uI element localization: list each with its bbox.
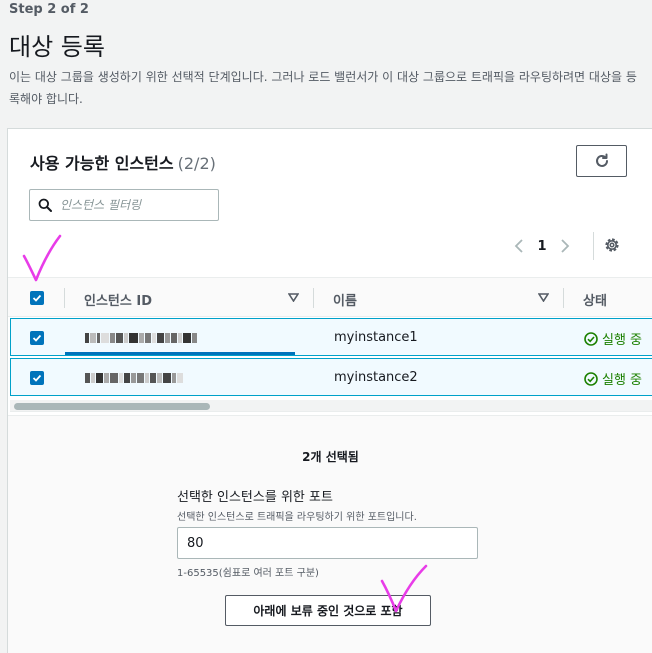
- available-instances-panel: 사용 가능한 인스턴스(2/2) 1: [7, 128, 652, 653]
- check-circle-icon: [584, 331, 598, 346]
- sort-down-icon[interactable]: [538, 293, 549, 302]
- scrollbar-thumb[interactable]: [14, 403, 210, 410]
- instance-count: (2/2): [177, 154, 216, 173]
- column-header-instance-id[interactable]: 인스턴스 ID: [84, 290, 152, 309]
- row-checkbox[interactable]: [30, 331, 44, 345]
- instance-name: myinstance2: [334, 370, 418, 385]
- port-label: 선택한 인스턴스를 위한 포트: [177, 490, 333, 505]
- redacted-instance-id[interactable]: [85, 332, 198, 344]
- pager-divider: [593, 232, 594, 260]
- column-separator: [313, 288, 314, 308]
- chevron-right-icon: [561, 239, 570, 253]
- column-separator: [64, 288, 65, 308]
- instance-filter[interactable]: [29, 189, 219, 221]
- check-circle-icon: [584, 371, 598, 386]
- pending-selection-section: 2개 선택됨 선택한 인스턴스를 위한 포트 선택한 인스턴스로 트래픽을 라우…: [8, 415, 652, 653]
- refresh-button[interactable]: [576, 145, 627, 177]
- step-indicator: Step 2 of 2: [9, 2, 89, 17]
- active-cell-indicator: [65, 352, 295, 355]
- port-input[interactable]: [177, 527, 478, 559]
- page-title: 대상 등록: [9, 33, 105, 61]
- column-header-name[interactable]: 이름: [333, 290, 357, 309]
- search-icon: [38, 198, 52, 212]
- redacted-instance-id[interactable]: [85, 372, 184, 384]
- prev-page-button[interactable]: [508, 238, 530, 254]
- pagination: 1: [508, 233, 576, 259]
- instance-name: myinstance1: [334, 330, 418, 345]
- next-page-button[interactable]: [554, 238, 576, 254]
- gear-icon: [605, 238, 619, 252]
- panel-title: 사용 가능한 인스턴스 (2/2): [30, 150, 216, 174]
- chevron-left-icon: [514, 239, 523, 253]
- table-settings-button[interactable]: [603, 236, 621, 258]
- check-icon: [32, 334, 42, 342]
- table-header: 인스턴스 ID 이름 상태: [8, 277, 652, 317]
- port-description: 선택한 인스턴스로 트래픽을 라우팅하기 위한 포트입니다.: [177, 512, 417, 523]
- current-page[interactable]: 1: [530, 239, 554, 254]
- panel-title-text: 사용 가능한 인스턴스: [30, 154, 174, 173]
- column-separator: [563, 288, 564, 308]
- instance-status-text: 실행 중: [602, 373, 643, 388]
- horizontal-scrollbar[interactable]: [10, 400, 652, 412]
- select-all-checkbox[interactable]: [30, 291, 44, 305]
- row-checkbox[interactable]: [30, 371, 44, 385]
- selected-count: 2개 선택됨: [302, 450, 359, 464]
- instance-status: 실행 중: [584, 369, 642, 388]
- sort-down-icon[interactable]: [288, 293, 299, 302]
- instance-filter-input[interactable]: [60, 198, 200, 212]
- table-row[interactable]: myinstance2 실행 중: [10, 358, 652, 396]
- check-icon: [32, 374, 42, 382]
- refresh-icon: [595, 153, 608, 167]
- check-icon: [32, 294, 42, 302]
- instance-status: 실행 중: [584, 329, 642, 348]
- table-row[interactable]: myinstance1 실행 중: [10, 318, 652, 356]
- include-as-pending-button[interactable]: 아래에 보류 중인 것으로 포함: [225, 595, 431, 626]
- port-hint: 1-65535(쉼표로 여러 포트 구분): [177, 568, 319, 579]
- instance-status-text: 실행 중: [602, 333, 643, 348]
- page-description: 이는 대상 그룹을 생성하기 위한 선택적 단계입니다. 그러나 로드 밸런서가…: [9, 70, 637, 106]
- column-header-status[interactable]: 상태: [583, 290, 607, 309]
